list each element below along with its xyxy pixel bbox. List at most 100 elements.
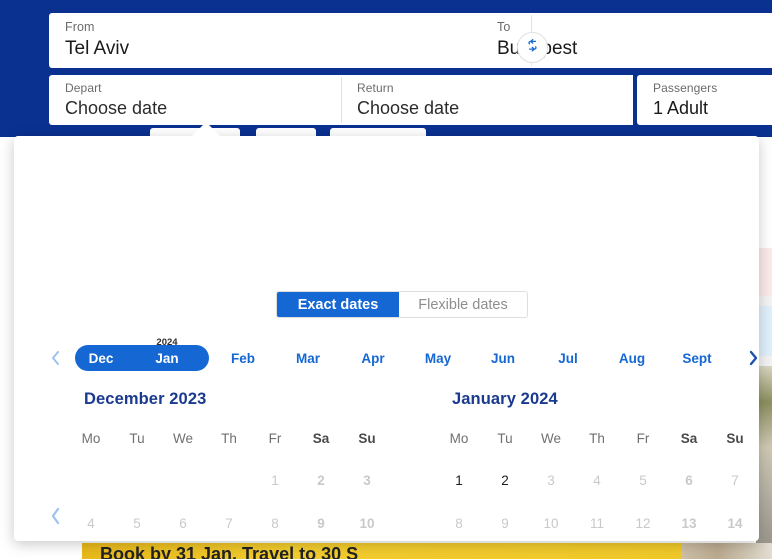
day-cell: 1: [271, 473, 279, 488]
calendar-prev-month-button[interactable]: [42, 505, 68, 531]
day-cell-empty: [114, 470, 160, 492]
day-cell: 8: [271, 516, 279, 531]
month-strip-item-may[interactable]: May: [412, 345, 464, 371]
weekday-mo: Mo: [81, 431, 101, 446]
weekday-sa: Sa: [312, 431, 330, 446]
day-cell: 6: [685, 473, 693, 488]
dates-passengers-row: Depart Choose date Return Choose date Pa…: [49, 75, 772, 125]
weekday-fr: Fr: [636, 431, 650, 446]
month-strip-item-label: Jun: [490, 350, 515, 366]
day-cell-empty: [68, 470, 114, 492]
month-strip-item-apr[interactable]: Apr: [347, 345, 399, 371]
month-strip-next-button[interactable]: [741, 347, 759, 373]
day-cell: 3: [363, 473, 371, 488]
calendar-next-month-button[interactable]: [751, 505, 759, 531]
month-strip-prev-button[interactable]: [43, 347, 67, 373]
month-strip-item-label: Dec: [88, 350, 114, 366]
tab-exact-dates[interactable]: Exact dates: [277, 292, 399, 317]
month-strip-item-label: Mar: [295, 350, 320, 366]
search-header: From Tel Aviv To Budapest: [0, 0, 772, 138]
month-strip-item-feb[interactable]: Feb: [217, 345, 269, 371]
passengers-value: 1 Adult: [653, 98, 709, 118]
date-picker-panel: Exact dates Flexible dates Dec Jan 2024 Feb…: [14, 136, 759, 541]
month-strip-item-mar[interactable]: Mar: [282, 345, 334, 371]
month-strip-item-aug[interactable]: Aug: [606, 345, 658, 371]
month-grids: December 2023MoTuWeThFrSaSu1234567891011…: [68, 380, 758, 541]
from-value: Tel Aviv: [65, 38, 130, 59]
from-label: From: [65, 20, 95, 34]
weekday-we: We: [172, 431, 193, 446]
weekday-we: We: [540, 431, 561, 446]
month-strip-item-label: Jan: [155, 350, 179, 366]
day-cell: 11: [589, 516, 604, 531]
return-date-field[interactable]: Return Choose date: [341, 75, 633, 125]
return-label: Return: [357, 81, 394, 95]
day-cell: 6: [179, 516, 187, 531]
depart-value: Choose date: [65, 98, 168, 118]
month-title: December 2023: [84, 390, 207, 408]
origin-destination-row: From Tel Aviv To Budapest: [49, 13, 772, 68]
month-strip-year-tag: 2024: [156, 337, 178, 348]
month-strip-item-label: Feb: [230, 350, 255, 366]
day-cell: 9: [501, 516, 509, 531]
day-cell: 8: [455, 516, 463, 531]
day-cell: 5: [133, 516, 141, 531]
month-grid-1: December 2023MoTuWeThFrSaSu1234567891011…: [68, 380, 390, 541]
week-row: 8 9 10 11 12 13 14: [436, 513, 758, 535]
day-cell: 7: [731, 473, 739, 488]
day-cell: 4: [87, 516, 95, 531]
week-row: 12 3 4 5 6 7: [436, 470, 758, 492]
weekday-sa: Sa: [680, 431, 698, 446]
swap-arrows-icon: [524, 37, 541, 59]
weekday-fr: Fr: [268, 431, 282, 446]
weekday-th: Th: [589, 431, 605, 446]
day-cell[interactable]: 1: [436, 470, 482, 492]
bg-banner-photo: [682, 543, 772, 559]
day-cell: 7: [225, 516, 233, 531]
week-row: 4 5 6 7 8 9 10: [68, 513, 390, 535]
from-field[interactable]: From Tel Aviv: [49, 13, 481, 68]
month-strip-item-jan[interactable]: Jan 2024: [141, 337, 193, 371]
month-strip-item-dec[interactable]: Dec: [75, 345, 127, 371]
depart-date-field[interactable]: Depart Choose date: [49, 75, 341, 125]
weekday-mo: Mo: [449, 431, 469, 446]
day-cell: 5: [639, 473, 647, 488]
day-cell: 4: [593, 473, 601, 488]
month-strip-item-label: Sept: [682, 350, 712, 366]
month-strip-item-label: May: [424, 350, 452, 366]
chevron-left-icon: [49, 506, 62, 531]
day-cell: 13: [681, 516, 697, 531]
date-mode-tabs: Exact dates Flexible dates: [276, 291, 528, 318]
weekday-tu: Tu: [129, 431, 145, 446]
field-divider: [341, 77, 342, 123]
passengers-label: Passengers: [653, 81, 718, 95]
month-strip-item-jul[interactable]: Jul: [542, 345, 594, 371]
passengers-field[interactable]: Passengers 1 Adult: [637, 75, 772, 125]
chevron-right-icon: [758, 506, 760, 531]
weekday-su: Su: [726, 431, 744, 446]
month-strip-item-label: Apr: [361, 350, 385, 366]
chevron-left-icon: [50, 350, 61, 371]
bg-promo-banner-text: Book by 31 Jan. Travel to 30 S: [100, 544, 359, 559]
day-cell: 3: [547, 473, 555, 488]
chevron-right-icon: [748, 350, 759, 371]
swap-origin-destination-button[interactable]: [517, 32, 548, 63]
month-strip-item-sept[interactable]: Sept: [671, 345, 723, 371]
month-strip: Dec Jan 2024 Feb Mar Apr May Jun Jul Aug Sept: [28, 337, 759, 378]
depart-label: Depart: [65, 81, 102, 95]
weekday-header-row: Mo Tu We Th Fr Sa Su: [436, 429, 758, 449]
week-row: 1 2 3: [68, 470, 390, 492]
day-cell: 10: [543, 516, 559, 531]
month-strip-item-label: Jul: [558, 350, 578, 366]
month-strip-item-label: Aug: [618, 350, 646, 366]
month-title: January 2024: [452, 390, 558, 408]
day-cell-empty: [160, 470, 206, 492]
month-grid-2: January 2024 Mo Tu We Th Fr Sa Su 1 2 3 4 5 6 7 8 9 10 11 1…: [436, 380, 758, 541]
day-cell[interactable]: 2: [482, 470, 528, 492]
month-strip-item-jun[interactable]: Jun: [477, 345, 529, 371]
weekday-su: Su: [358, 431, 376, 446]
weekday-th: Th: [221, 431, 237, 446]
calendar-body: December 2023MoTuWeThFrSaSu1234567891011…: [28, 380, 759, 541]
tab-flexible-dates[interactable]: Flexible dates: [399, 292, 527, 317]
weekday-tu: Tu: [497, 431, 513, 446]
